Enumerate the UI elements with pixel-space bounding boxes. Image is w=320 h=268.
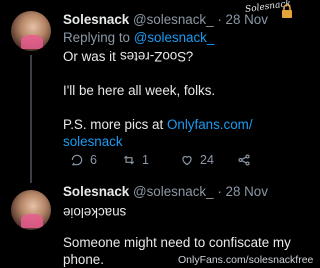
tweet-text-line3: P.S. more pics at Onlyfans.com/ [63, 116, 253, 133]
share-icon [238, 154, 250, 166]
replying-prefix: Replying to [63, 30, 130, 45]
text-line1-suffix: ? [185, 49, 194, 64]
profile-link-cont[interactable]: solesnack [63, 133, 123, 150]
tweet-text-line2: phone. [63, 252, 104, 267]
avatar[interactable] [11, 190, 51, 230]
mention-link[interactable]: @solesnack_ [134, 30, 215, 45]
tweet-text: Or was it SooZ-retes? [63, 48, 193, 65]
timestamp[interactable]: 28 Nov [226, 184, 268, 199]
text-line3-prefix: P.S. more pics at [63, 117, 164, 132]
tweet-text-line1: Someone might need to confiscate my [63, 235, 291, 250]
tweet-actions: 6 1 24 [70, 152, 280, 168]
thread-line [30, 55, 32, 183]
reply-button[interactable]: 6 [70, 152, 97, 168]
retweet-count: 1 [142, 153, 149, 167]
flipped-text: snackeloie [63, 205, 127, 220]
retweet-icon [123, 155, 135, 165]
avatar[interactable] [11, 11, 51, 51]
profile-link[interactable]: Onlyfans.com/ [167, 117, 253, 132]
separator: · [217, 184, 222, 199]
site-watermark: OnlyFans.com/solesnackfree [178, 254, 314, 266]
tweet-header: Solesnack @solesnack_ · 28 Nov [63, 184, 268, 199]
flipped-text-block: snackeloie [63, 205, 126, 220]
heart-icon [182, 156, 192, 166]
separator: · [217, 12, 222, 27]
tweet-text-line2: I'll be here all week, folks. [63, 83, 216, 98]
retweet-button[interactable]: 1 [122, 152, 149, 168]
like-count: 24 [200, 153, 214, 167]
tweet-header: Solesnack @solesnack_ · 28 Nov [63, 12, 268, 27]
share-button[interactable] [237, 152, 251, 168]
replying-to: Replying to @solesnack_ [63, 30, 214, 45]
text-line1-prefix: Or was it [63, 49, 116, 64]
user-handle[interactable]: @solesnack_ [133, 184, 214, 199]
lock-icon [282, 4, 292, 18]
reply-count: 6 [90, 153, 97, 167]
user-handle[interactable]: @solesnack_ [133, 12, 214, 27]
display-name[interactable]: Solesnack [63, 184, 129, 199]
tweet[interactable]: Solesnack @solesnack_ · 28 Nov Replying … [0, 0, 298, 183]
display-name[interactable]: Solesnack [63, 12, 129, 27]
like-button[interactable]: 24 [180, 152, 214, 168]
reply-icon [71, 154, 83, 166]
flipped-text: SooZ-retes [119, 49, 186, 64]
